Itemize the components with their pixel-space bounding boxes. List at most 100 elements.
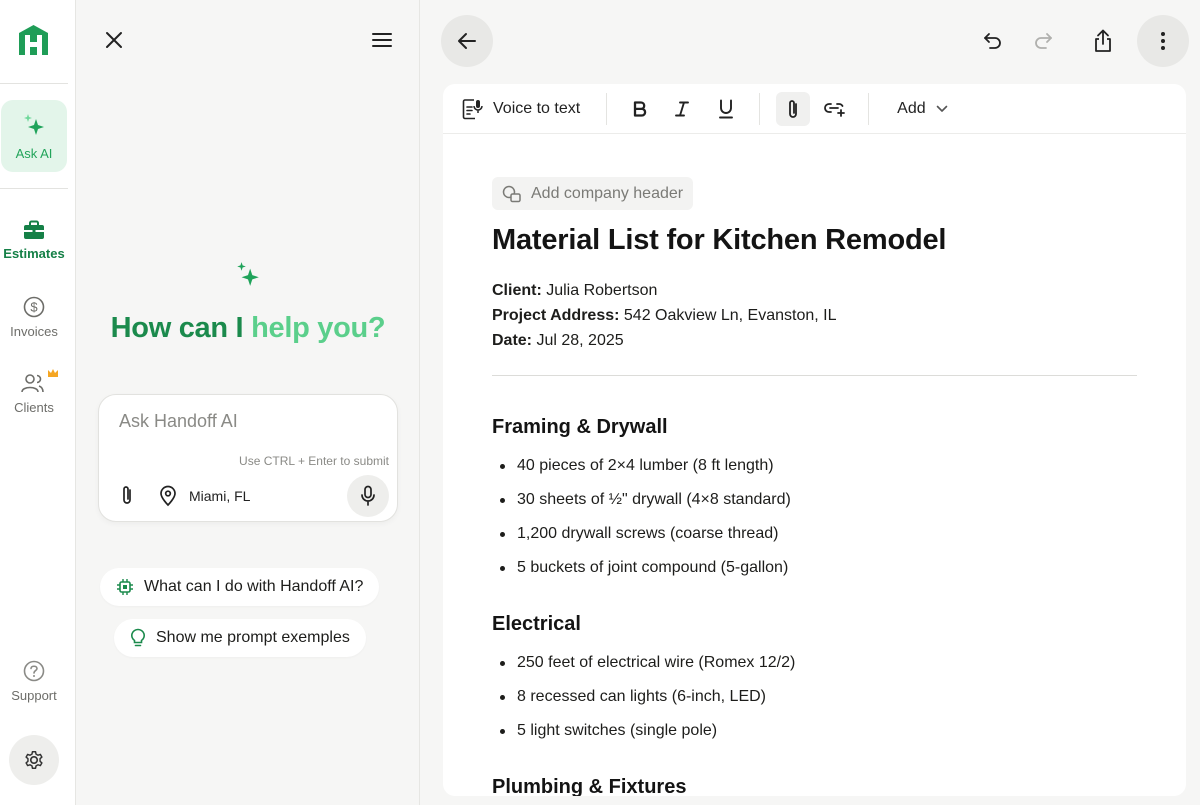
- share-button[interactable]: [1090, 26, 1116, 56]
- left-rail: Ask AI Estimates $ Invoices Clients Supp…: [0, 0, 76, 805]
- rail-item-label: Estimates: [3, 246, 65, 261]
- toolbar-divider: [868, 92, 870, 125]
- list-item-text: 5 buckets of joint compound (5-gallon): [517, 559, 789, 576]
- paperclip-icon: [789, 99, 798, 118]
- bold-button[interactable]: [625, 94, 655, 124]
- svg-text:$: $: [30, 300, 38, 315]
- list-item[interactable]: 1,200 drywall screws (coarse thread): [500, 525, 778, 543]
- underline-icon: [719, 99, 734, 118]
- gear-icon: [25, 751, 43, 769]
- section-title[interactable]: Plumbing & Fixtures: [492, 776, 686, 796]
- rail-item-support[interactable]: Support: [0, 660, 68, 703]
- formatting-toolbar: Voice to text Add: [443, 84, 1186, 134]
- document-title[interactable]: Material List for Kitchen Remodel: [492, 224, 946, 257]
- undo-button[interactable]: [980, 28, 1006, 54]
- italic-icon: [675, 101, 690, 116]
- section-title[interactable]: Framing & Drywall: [492, 416, 668, 439]
- location-selector[interactable]: Miami, FL: [159, 485, 250, 507]
- rail-item-label: Support: [11, 688, 57, 703]
- close-icon: [106, 32, 122, 48]
- arrow-left-icon: [458, 33, 476, 49]
- bullet-dot: [500, 660, 505, 666]
- project-address-line[interactable]: Project Address: 542 Oakview Ln, Evansto…: [492, 307, 836, 325]
- voice-document-icon: [462, 98, 483, 119]
- ask-ai-composer: Use CTRL + Enter to submit Miami, FL: [98, 394, 398, 522]
- list-item-text: 40 pieces of 2×4 lumber (8 ft length): [517, 457, 774, 474]
- briefcase-icon: [24, 220, 44, 239]
- rail-item-estimates[interactable]: Estimates: [0, 220, 68, 261]
- help-heading: How can I help you?: [76, 312, 420, 345]
- bullet-dot: [500, 497, 505, 503]
- list-item[interactable]: 8 recessed can lights (6-inch, LED): [500, 688, 766, 706]
- help-circle-icon: [23, 660, 45, 682]
- back-button[interactable]: [441, 15, 493, 67]
- toolbar-divider: [759, 92, 761, 125]
- ask-ai-input[interactable]: [119, 411, 379, 432]
- voice-to-text-button[interactable]: Voice to text: [461, 98, 580, 120]
- share-icon: [1095, 29, 1111, 52]
- insert-link-button[interactable]: [818, 92, 852, 126]
- list-item[interactable]: 30 sheets of ½" drywall (4×8 standard): [500, 491, 791, 509]
- list-item[interactable]: 5 buckets of joint compound (5-gallon): [500, 559, 788, 577]
- ai-assistant-panel: How can I help you? Use CTRL + Enter to …: [76, 0, 420, 805]
- client-line[interactable]: Client: Julia Robertson: [492, 282, 657, 300]
- more-vertical-icon: [1161, 32, 1165, 50]
- map-pin-icon: [160, 485, 176, 507]
- meta-key: Date:: [492, 332, 533, 349]
- list-item[interactable]: 40 pieces of 2×4 lumber (8 ft length): [500, 457, 774, 475]
- close-panel-button[interactable]: [100, 26, 128, 54]
- list-item[interactable]: 5 light switches (single pole): [500, 722, 717, 740]
- list-item-text: 8 recessed can lights (6-inch, LED): [517, 688, 766, 705]
- editor-topbar: [420, 0, 1200, 84]
- divider: [492, 375, 1137, 376]
- dollar-circle-icon: $: [23, 296, 45, 318]
- suggestion-chip-capabilities[interactable]: What can I do with Handoff AI?: [100, 568, 380, 606]
- rail-item-ask-ai[interactable]: Ask AI: [1, 100, 67, 172]
- undo-icon: [984, 33, 1001, 49]
- microphone-icon: [361, 485, 375, 506]
- meta-value: Julia Robertson: [541, 282, 658, 299]
- sparkle-icon: [237, 262, 259, 286]
- rail-item-label: Clients: [14, 400, 54, 415]
- rail-item-invoices[interactable]: $ Invoices: [0, 296, 68, 339]
- attach-button[interactable]: [115, 481, 139, 509]
- underline-button[interactable]: [711, 94, 741, 124]
- add-label: Add: [897, 99, 926, 117]
- add-dropdown-button[interactable]: Add: [897, 100, 947, 118]
- bullet-dot: [500, 728, 505, 734]
- date-line[interactable]: Date: Jul 28, 2025: [492, 332, 624, 350]
- italic-button[interactable]: [667, 94, 697, 124]
- section-title[interactable]: Electrical: [492, 613, 581, 636]
- list-item-text: 1,200 drywall screws (coarse thread): [517, 525, 779, 542]
- add-company-header-button[interactable]: Add company header: [492, 177, 694, 210]
- redo-button[interactable]: [1030, 28, 1056, 54]
- help-heading-main: How can I: [110, 312, 252, 344]
- paperclip-icon: [123, 486, 131, 504]
- meta-key: Client:: [492, 282, 542, 299]
- chevron-down-icon: [936, 105, 947, 112]
- suggestion-label: What can I do with Handoff AI?: [144, 578, 364, 595]
- menu-button[interactable]: [368, 26, 396, 54]
- chip-processor-icon: [117, 579, 133, 595]
- more-options-button[interactable]: [1137, 15, 1189, 67]
- suggestion-label: Show me prompt exemples: [156, 629, 350, 646]
- suggestion-chip-prompt-examples[interactable]: Show me prompt exemples: [114, 619, 366, 657]
- handoff-logo-icon[interactable]: [17, 24, 50, 56]
- microphone-button[interactable]: [347, 475, 389, 517]
- rail-divider: [0, 83, 68, 84]
- help-heading-accent: help you?: [251, 312, 386, 344]
- submit-hint: Use CTRL + Enter to submit: [239, 454, 389, 468]
- list-item[interactable]: 250 feet of electrical wire (Romex 12/2): [500, 654, 795, 672]
- document-editor: Voice to text Add Add company header Mat…: [443, 84, 1186, 796]
- bullet-dot: [500, 565, 505, 571]
- users-icon: [21, 374, 44, 393]
- crown-icon: [48, 369, 58, 377]
- attachment-button[interactable]: [776, 91, 811, 126]
- settings-button[interactable]: [9, 735, 59, 785]
- rail-item-clients[interactable]: Clients: [0, 369, 68, 415]
- rail-divider: [0, 188, 68, 189]
- sparkle-icon: [24, 113, 44, 135]
- list-item-text: 250 feet of electrical wire (Romex 12/2): [517, 654, 796, 671]
- rail-item-label: Ask AI: [15, 145, 53, 161]
- lightbulb-icon: [131, 628, 145, 647]
